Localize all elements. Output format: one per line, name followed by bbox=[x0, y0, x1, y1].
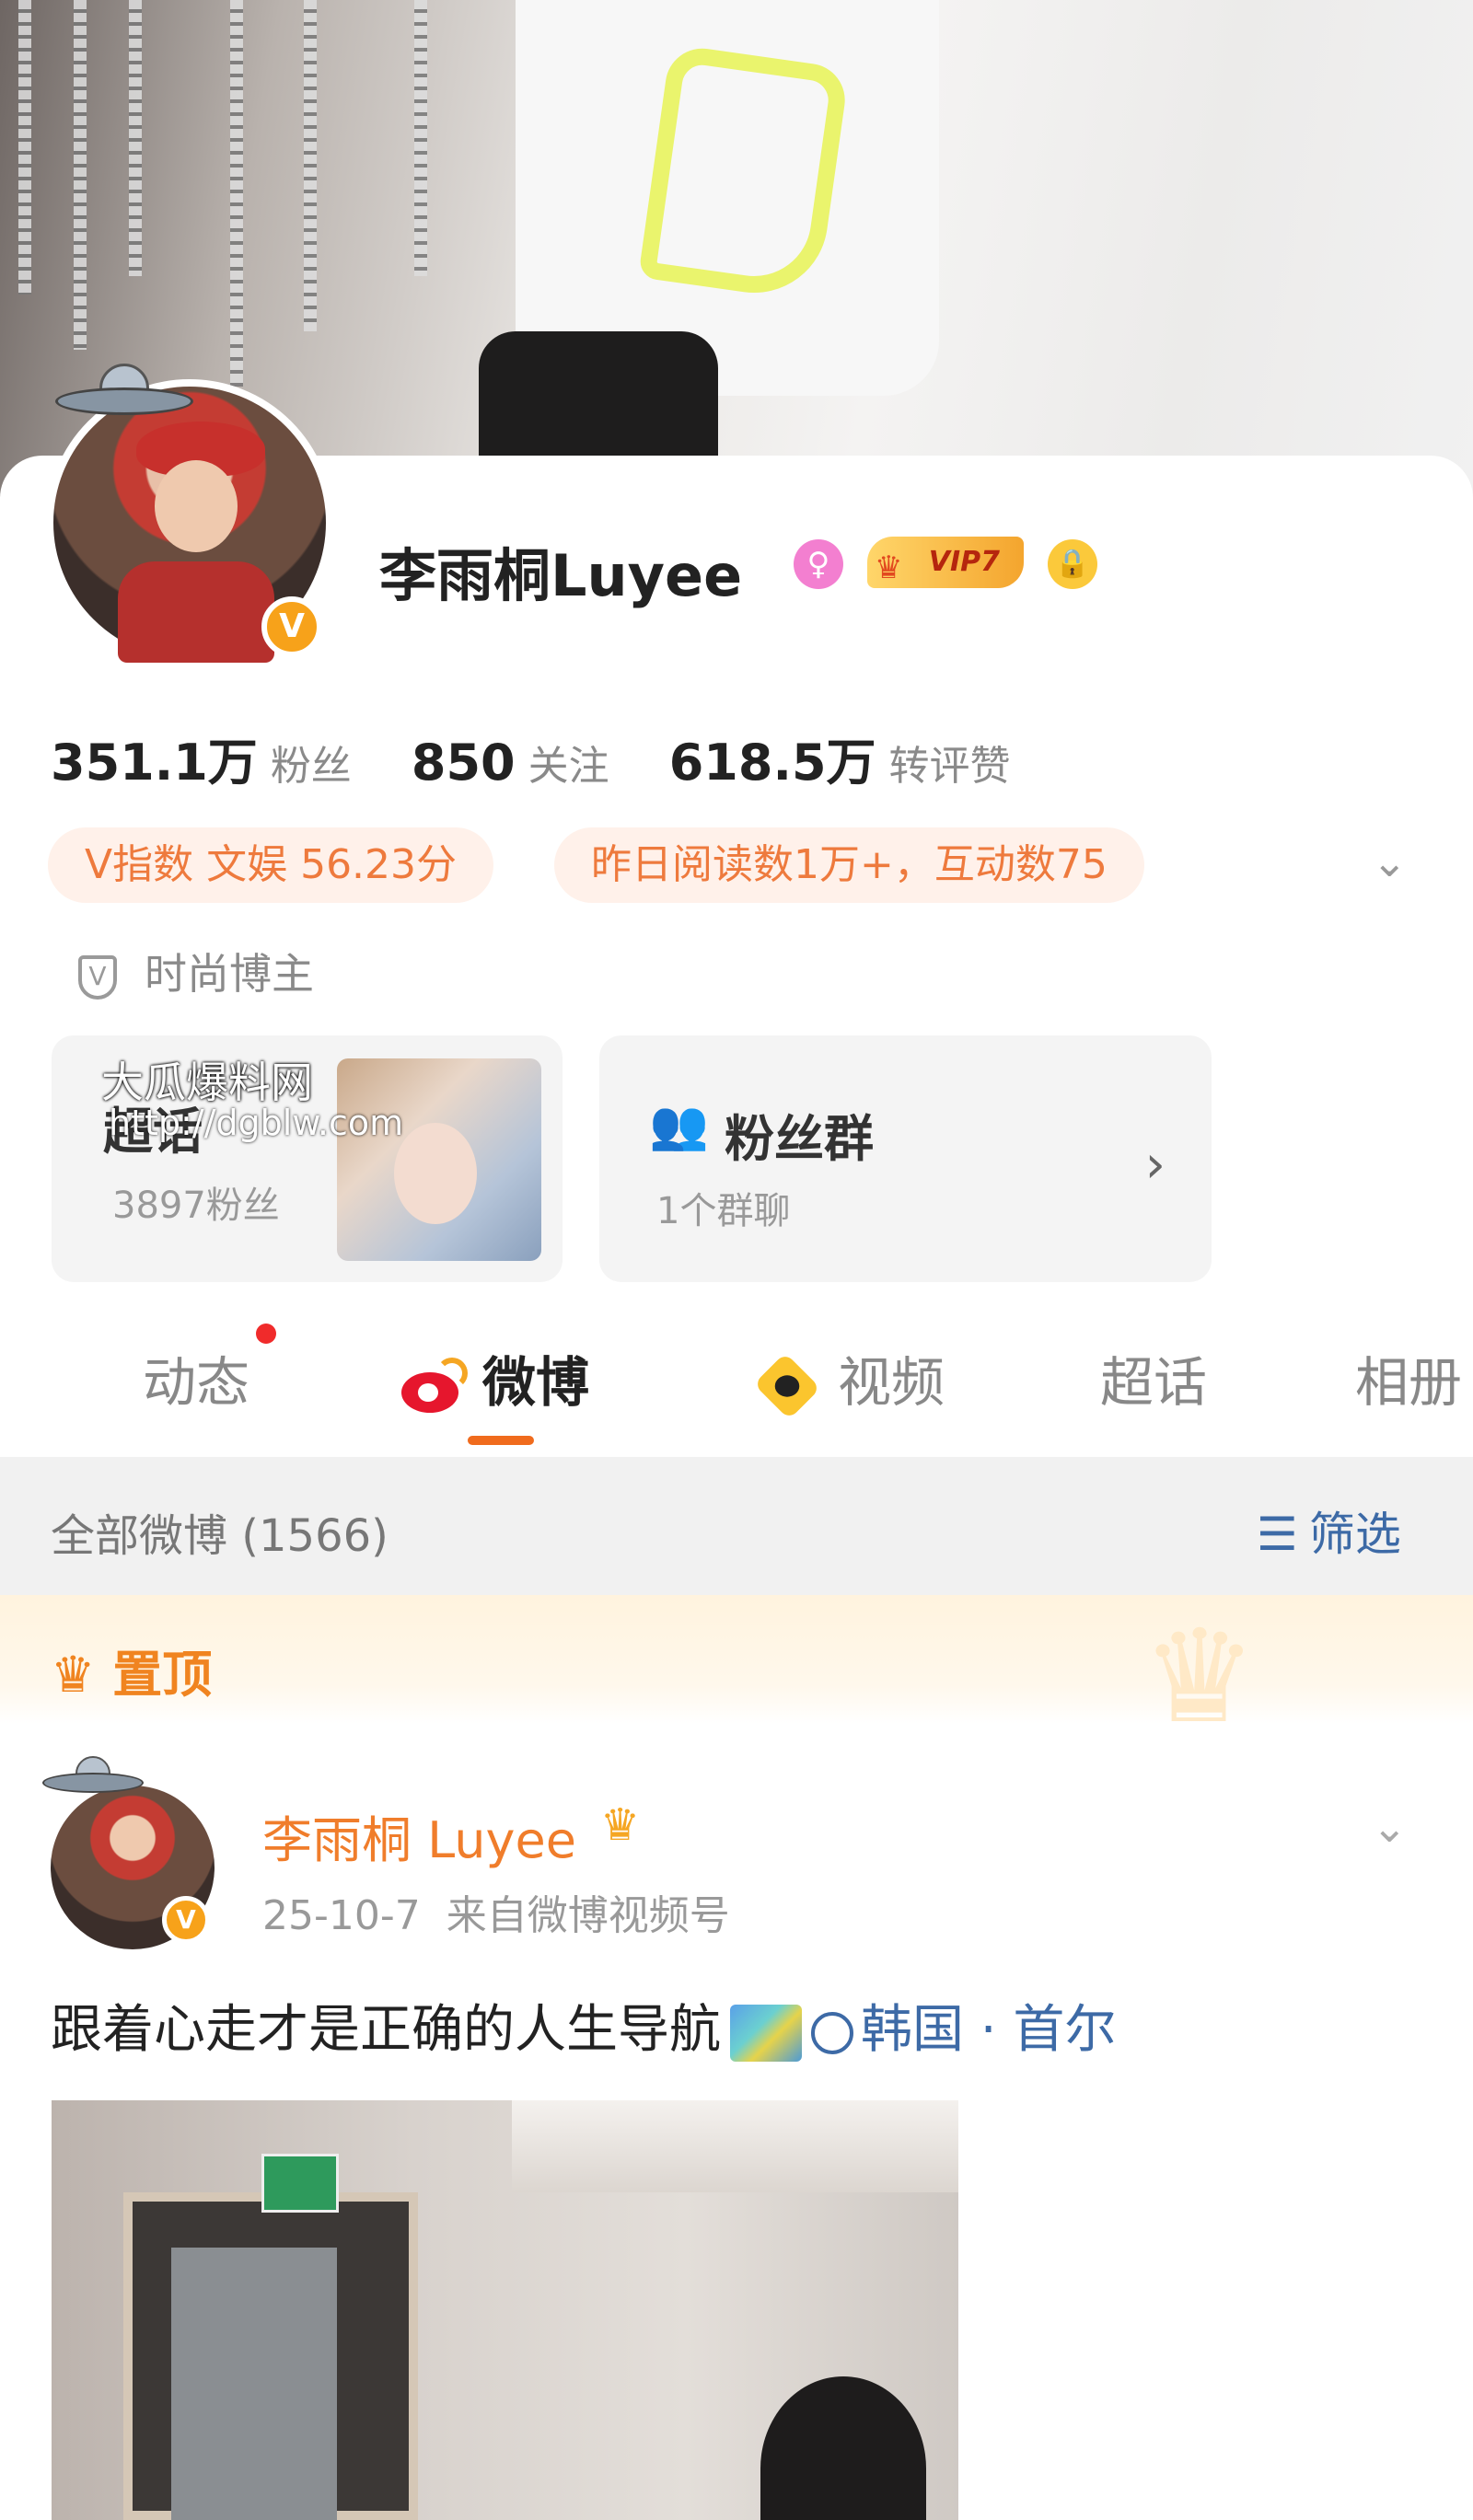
stat-followers[interactable]: 351.1万 粉丝 bbox=[51, 722, 352, 794]
vip-badge[interactable]: ♛ VIP7 bbox=[867, 537, 1024, 588]
globe-icon bbox=[811, 2011, 853, 2054]
reading-stats-pill[interactable]: 昨日阅读数1万+，互动数75 bbox=[554, 827, 1144, 903]
post-text: 跟着心走才是正确的人生导航 韩国 · 首尔 bbox=[51, 2000, 1117, 2062]
cover-fringe bbox=[304, 0, 317, 331]
stat-reposts-comments-likes[interactable]: 618.5万 转评赞 bbox=[669, 722, 1011, 794]
tab-video[interactable]: 视频 bbox=[753, 1339, 945, 1420]
tab-album[interactable]: 相册 bbox=[1355, 1339, 1462, 1416]
watermark-text: 大瓜爆料网 bbox=[101, 1058, 313, 1107]
post-video-thumbnail[interactable] bbox=[52, 2100, 958, 2520]
cover-fringe bbox=[18, 0, 31, 295]
crown-icon: ♛ bbox=[600, 1799, 641, 1851]
profile-tabs: 动态 微博 视频 超话 相册 bbox=[0, 1284, 1473, 1457]
chevron-right-icon: › bbox=[1144, 1135, 1166, 1195]
pinned-banner: ♛ 置顶 ♛ bbox=[0, 1595, 1473, 1742]
weibo-logo-icon bbox=[401, 1357, 470, 1415]
tab-dynamics[interactable]: 动态 bbox=[143, 1339, 249, 1416]
stat-following[interactable]: 850 关注 bbox=[412, 733, 609, 792]
filter-icon: ☰ bbox=[1257, 1508, 1298, 1561]
crown-icon: ♛ bbox=[875, 549, 903, 586]
map-emoji-icon bbox=[730, 2004, 802, 2062]
post-location[interactable]: 韩国 · 首尔 bbox=[811, 2000, 1116, 2060]
people-icon: 👥 bbox=[649, 1098, 709, 1153]
chevron-down-icon[interactable]: ⌄ bbox=[1372, 840, 1409, 883]
cover-fringe bbox=[230, 0, 243, 387]
tab-weibo[interactable]: 微博 bbox=[401, 1339, 589, 1416]
weibo-filter-bar: 全部微博 (1566) ☰ 筛选 bbox=[0, 1457, 1473, 1595]
female-icon: ♀ bbox=[794, 539, 843, 589]
v-index-pill[interactable]: V指数 文娱 56.23分 bbox=[48, 827, 494, 903]
supertopic-fans: 3897粉丝 bbox=[112, 1185, 280, 1227]
post-source[interactable]: 来自微博视频号 bbox=[447, 1892, 730, 1939]
verified-v-icon: V bbox=[162, 1896, 210, 1944]
post-meta: 25-10-7 来自微博视频号 bbox=[262, 1882, 730, 1941]
profile-tag: V 时尚博主 bbox=[78, 941, 314, 1001]
post-date: 25-10-7 bbox=[262, 1892, 421, 1939]
chevron-down-icon[interactable]: ⌄ bbox=[1372, 1802, 1408, 1852]
fan-group-card[interactable]: 👥 粉丝群 1个群聊 › bbox=[599, 1035, 1212, 1282]
verified-v-icon: V bbox=[261, 596, 322, 657]
tab-supertopic[interactable]: 超话 bbox=[1100, 1339, 1207, 1416]
video-play-icon bbox=[753, 1352, 821, 1420]
crown-icon: ♛ bbox=[51, 1646, 113, 1704]
profile-stats: 351.1万 粉丝 850 关注 618.5万 转评赞 bbox=[51, 722, 1066, 794]
crown-watermark-icon: ♛ bbox=[1142, 1602, 1258, 1752]
pinned-label: ♛ 置顶 bbox=[51, 1646, 213, 1704]
cover-fringe bbox=[74, 0, 87, 350]
post-author-name[interactable]: 李雨桐 Luyee bbox=[262, 1799, 576, 1872]
profile-name: 李雨桐Luyee bbox=[379, 542, 743, 609]
watermark-url: http://dgblw.com bbox=[109, 1103, 404, 1143]
fan-group-sub: 1个群聊 bbox=[656, 1190, 791, 1232]
shield-icon: V bbox=[78, 954, 117, 1000]
filter-button[interactable]: ☰ 筛选 bbox=[1257, 1497, 1401, 1564]
ufo-avatar-pendant-icon bbox=[42, 1756, 144, 1797]
active-tab-indicator bbox=[468, 1436, 534, 1445]
fan-group-title: 粉丝群 bbox=[725, 1110, 874, 1168]
cover-fringe bbox=[414, 0, 427, 276]
notification-dot bbox=[256, 1324, 276, 1344]
ufo-avatar-pendant-icon bbox=[55, 364, 193, 417]
person-silhouette bbox=[760, 2376, 926, 2520]
cover-fringe bbox=[129, 0, 142, 276]
exit-sign bbox=[261, 2154, 339, 2213]
lock-badge-icon[interactable]: 🔒 bbox=[1048, 539, 1097, 589]
supertopic-thumbnail bbox=[337, 1058, 541, 1261]
weibo-count-label: 全部微博 (1566) bbox=[51, 1510, 389, 1562]
